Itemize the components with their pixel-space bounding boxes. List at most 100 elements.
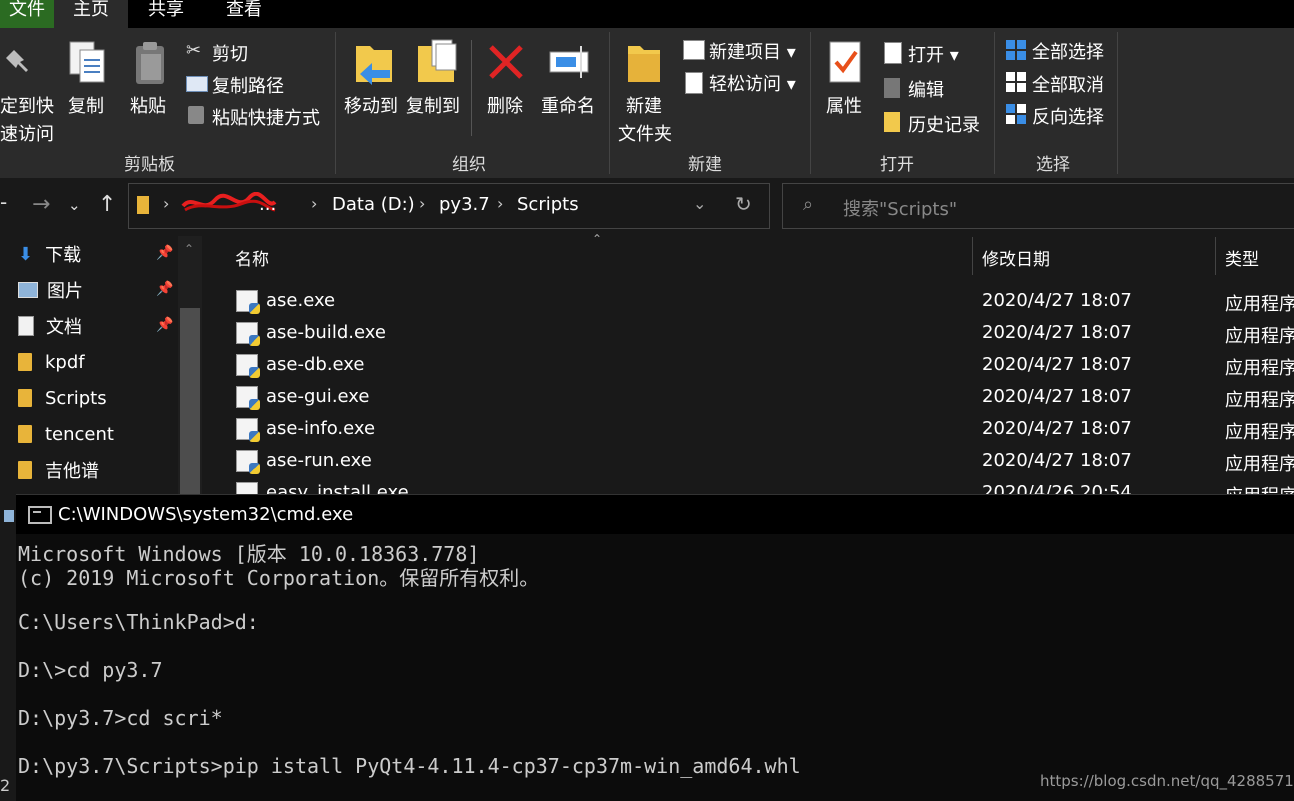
cmd-icon xyxy=(28,506,52,524)
sort-ascending-icon: ⌃ xyxy=(592,232,603,246)
breadcrumb-scripts[interactable]: Scripts xyxy=(517,194,579,215)
cmd-title-bar[interactable]: C:\WINDOWS\system32\cmd.exe xyxy=(16,494,1294,535)
file-type: 应用程序 xyxy=(1225,358,1294,379)
delete-button[interactable]: 删除 xyxy=(487,92,523,118)
copy-icon xyxy=(68,40,108,86)
tab-file[interactable]: 文件 xyxy=(0,0,54,28)
new-folder-button[interactable]: 新建 文件夹 xyxy=(618,92,672,146)
file-date: 2020/4/27 18:07 xyxy=(982,386,1132,407)
paste-button[interactable]: 粘贴 xyxy=(130,92,166,118)
nav-scrollbar[interactable]: ⌃ xyxy=(178,236,202,496)
search-box[interactable]: ⌕ 搜索"Scripts" xyxy=(782,183,1294,229)
address-bar[interactable]: › ... › Data (D:) › py3.7 › Scripts ⌄ ↻ xyxy=(128,183,770,229)
copy-path-button[interactable]: 复制路径 xyxy=(212,72,284,98)
file-row[interactable]: ase-run.exe 2020/4/27 18:07 应用程序 xyxy=(236,446,1294,478)
nav-item-label: tencent xyxy=(45,423,114,445)
file-type: 应用程序 xyxy=(1225,454,1294,475)
nav-item-downloads[interactable]: ⬇ 下载 xyxy=(18,238,81,270)
open-button[interactable]: 打开 ▾ xyxy=(908,41,959,67)
tab-share[interactable]: 共享 xyxy=(148,0,184,28)
file-row[interactable]: ase-gui.exe 2020/4/27 18:07 应用程序 xyxy=(236,382,1294,414)
history-button[interactable]: 历史记录 xyxy=(908,111,980,137)
nav-item-documents[interactable]: 文档 xyxy=(18,310,82,342)
forward-arrow-icon[interactable]: → xyxy=(32,192,50,217)
new-folder-label-line1: 新建 xyxy=(626,96,662,117)
item-count-stub: 2 xyxy=(0,776,11,795)
pin-quick-access-button[interactable]: 定到快 速访问 xyxy=(0,92,54,146)
tab-view[interactable]: 查看 xyxy=(226,0,262,28)
python-exe-icon xyxy=(236,322,260,346)
address-dropdown-chevron-icon[interactable]: ⌄ xyxy=(693,194,706,213)
scroll-thumb[interactable] xyxy=(180,308,200,496)
tab-home[interactable]: 主页 xyxy=(54,0,128,28)
properties-icon xyxy=(828,40,864,86)
breadcrumb-drive[interactable]: Data (D:) xyxy=(332,194,415,215)
nav-item-tencent[interactable]: tencent xyxy=(18,418,114,450)
nav-item-guitar-tabs[interactable]: 吉他谱 xyxy=(18,454,99,486)
up-arrow-icon[interactable]: ↑ xyxy=(98,192,116,217)
column-header-name[interactable]: 名称 xyxy=(235,245,269,270)
copy-button[interactable]: 复制 xyxy=(68,92,104,118)
easy-access-label: 轻松访问 xyxy=(709,74,781,95)
file-type: 应用程序 xyxy=(1225,294,1294,315)
watermark: https://blog.csdn.net/qq_42885719 xyxy=(1040,772,1294,790)
recent-locations-chevron-icon[interactable]: ⌄ xyxy=(68,196,81,214)
scroll-up-icon[interactable]: ⌃ xyxy=(184,242,194,256)
back-button[interactable]: - xyxy=(0,190,7,214)
new-folder-label-line2: 文件夹 xyxy=(618,124,672,145)
easy-access-button[interactable]: 轻松访问 ▾ xyxy=(709,70,796,96)
rename-icon xyxy=(548,44,592,80)
copy-to-button[interactable]: 复制到 xyxy=(406,92,460,118)
nav-item-scripts[interactable]: Scripts xyxy=(18,382,107,414)
divider xyxy=(471,40,472,136)
explorer-left-strip: 2 xyxy=(0,494,16,801)
column-header-type[interactable]: 类型 xyxy=(1225,245,1259,270)
breadcrumb-py37[interactable]: py3.7 xyxy=(439,194,490,215)
nav-item-label: 图片 xyxy=(47,281,83,302)
folder-icon xyxy=(137,196,149,214)
pin-label-line2: 速访问 xyxy=(0,124,54,145)
breadcrumb-chevron-icon: › xyxy=(497,194,504,213)
pin-icon[interactable]: 📌 xyxy=(156,317,173,333)
python-exe-icon xyxy=(236,386,260,410)
nav-item-kpdf[interactable]: kpdf xyxy=(18,346,85,378)
nav-item-pictures[interactable]: 图片 xyxy=(18,274,83,306)
new-item-button[interactable]: 新建项目 ▾ xyxy=(709,38,796,64)
file-row-partial[interactable]: easy_install.exe 2020/4/26 20:54 应用程序 xyxy=(236,478,1294,494)
cut-button[interactable]: 剪切 xyxy=(212,40,248,66)
console-line: D:\py3.7>cd scri* xyxy=(18,706,223,730)
edit-icon xyxy=(884,78,900,98)
pin-icon[interactable]: 📌 xyxy=(156,281,173,297)
folder-icon xyxy=(18,425,32,443)
copy-to-icon xyxy=(416,38,458,86)
new-item-icon xyxy=(683,40,705,60)
move-to-button[interactable]: 移动到 xyxy=(344,92,398,118)
group-separator xyxy=(994,32,995,174)
file-row[interactable]: ase.exe 2020/4/27 18:07 应用程序 xyxy=(236,286,1294,318)
file-row[interactable]: ase-info.exe 2020/4/27 18:07 应用程序 xyxy=(236,414,1294,446)
column-divider[interactable] xyxy=(1215,237,1216,275)
pin-icon[interactable]: 📌 xyxy=(156,245,173,261)
pictures-icon xyxy=(18,282,38,298)
column-divider[interactable] xyxy=(972,237,973,275)
file-row[interactable]: ase-build.exe 2020/4/27 18:07 应用程序 xyxy=(236,318,1294,350)
file-date: 2020/4/27 18:07 xyxy=(982,450,1132,471)
nav-item-label: Scripts xyxy=(45,387,107,409)
paste-shortcut-button[interactable]: 粘贴快捷方式 xyxy=(212,104,320,130)
folder-icon xyxy=(18,461,32,479)
column-header-date[interactable]: 修改日期 xyxy=(982,245,1050,270)
breadcrumb-ellipsis[interactable]: ... xyxy=(259,194,276,215)
invert-selection-button[interactable]: 反向选择 xyxy=(1032,103,1104,129)
nav-item-label: kpdf xyxy=(45,351,85,373)
select-none-button[interactable]: 全部取消 xyxy=(1032,71,1104,97)
refresh-icon[interactable]: ↻ xyxy=(735,192,752,216)
properties-button[interactable]: 属性 xyxy=(826,92,862,118)
select-all-button[interactable]: 全部选择 xyxy=(1032,38,1104,64)
edit-button[interactable]: 编辑 xyxy=(908,76,944,102)
rename-button[interactable]: 重命名 xyxy=(541,92,595,118)
group-separator xyxy=(335,32,336,174)
group-select: 选择 xyxy=(1036,155,1070,175)
file-name: ase.exe xyxy=(266,290,336,311)
select-none-icon xyxy=(1006,72,1026,92)
file-row[interactable]: ase-db.exe 2020/4/27 18:07 应用程序 xyxy=(236,350,1294,382)
